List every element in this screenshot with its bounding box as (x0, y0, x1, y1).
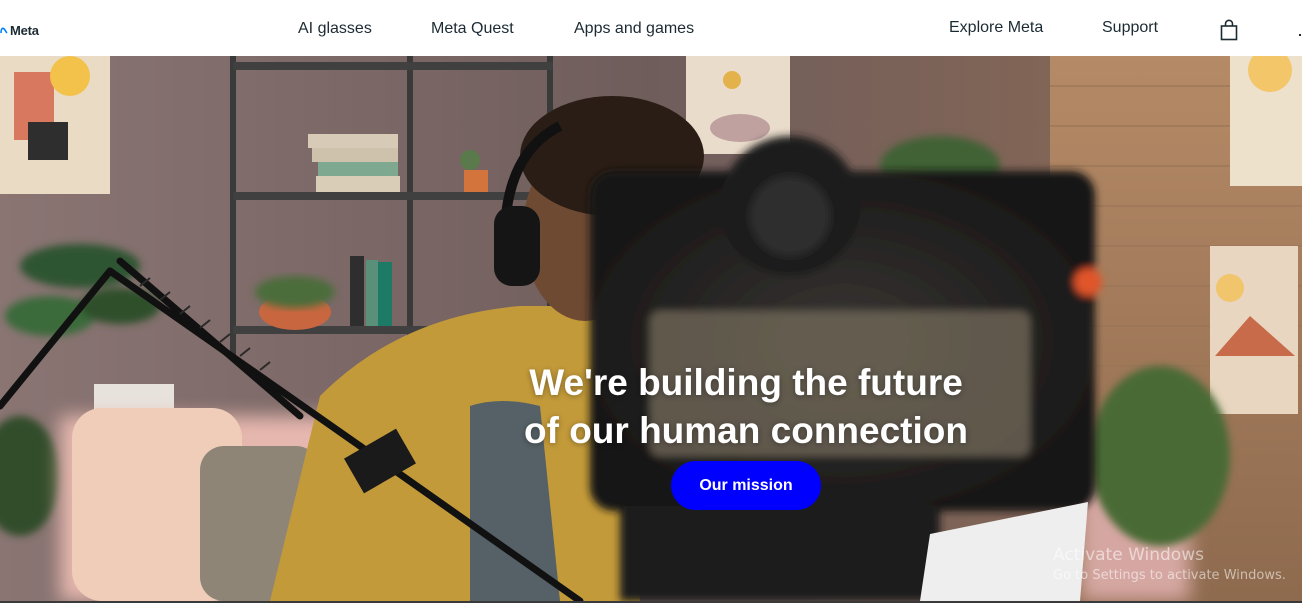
shopping-bag-icon[interactable] (1219, 19, 1239, 41)
watermark-subtitle: Go to Settings to activate Windows. (1053, 568, 1286, 583)
meta-infinity-icon (0, 27, 8, 34)
hero-headline-line-1: We're building the future (529, 361, 963, 403)
hero-background-image (0, 56, 1302, 601)
truncated-nav-icon (1299, 34, 1301, 36)
nav-link-meta-quest[interactable]: Meta Quest (431, 20, 514, 38)
nav-link-support[interactable]: Support (1102, 19, 1158, 37)
nav-link-apps-and-games[interactable]: Apps and games (574, 20, 694, 38)
hero-headline: We're building the future of our human c… (451, 359, 1041, 455)
meta-logo[interactable]: Meta (0, 20, 39, 40)
nav-link-ai-glasses[interactable]: AI glasses (298, 20, 372, 38)
hero-banner: We're building the future of our human c… (0, 56, 1302, 601)
our-mission-button[interactable]: Our mission (671, 461, 821, 510)
watermark-title: Activate Windows (1053, 545, 1204, 565)
nav-link-explore-meta[interactable]: Explore Meta (949, 19, 1043, 37)
meta-homepage: Meta AI glasses Meta Quest Apps and game… (0, 0, 1302, 603)
hero-headline-line-2: of our human connection (524, 409, 968, 451)
activate-windows-watermark: Activate Windows Go to Settings to activ… (1053, 544, 1286, 585)
logo-wordmark: Meta (10, 22, 39, 38)
top-navigation: Meta AI glasses Meta Quest Apps and game… (0, 0, 1302, 56)
